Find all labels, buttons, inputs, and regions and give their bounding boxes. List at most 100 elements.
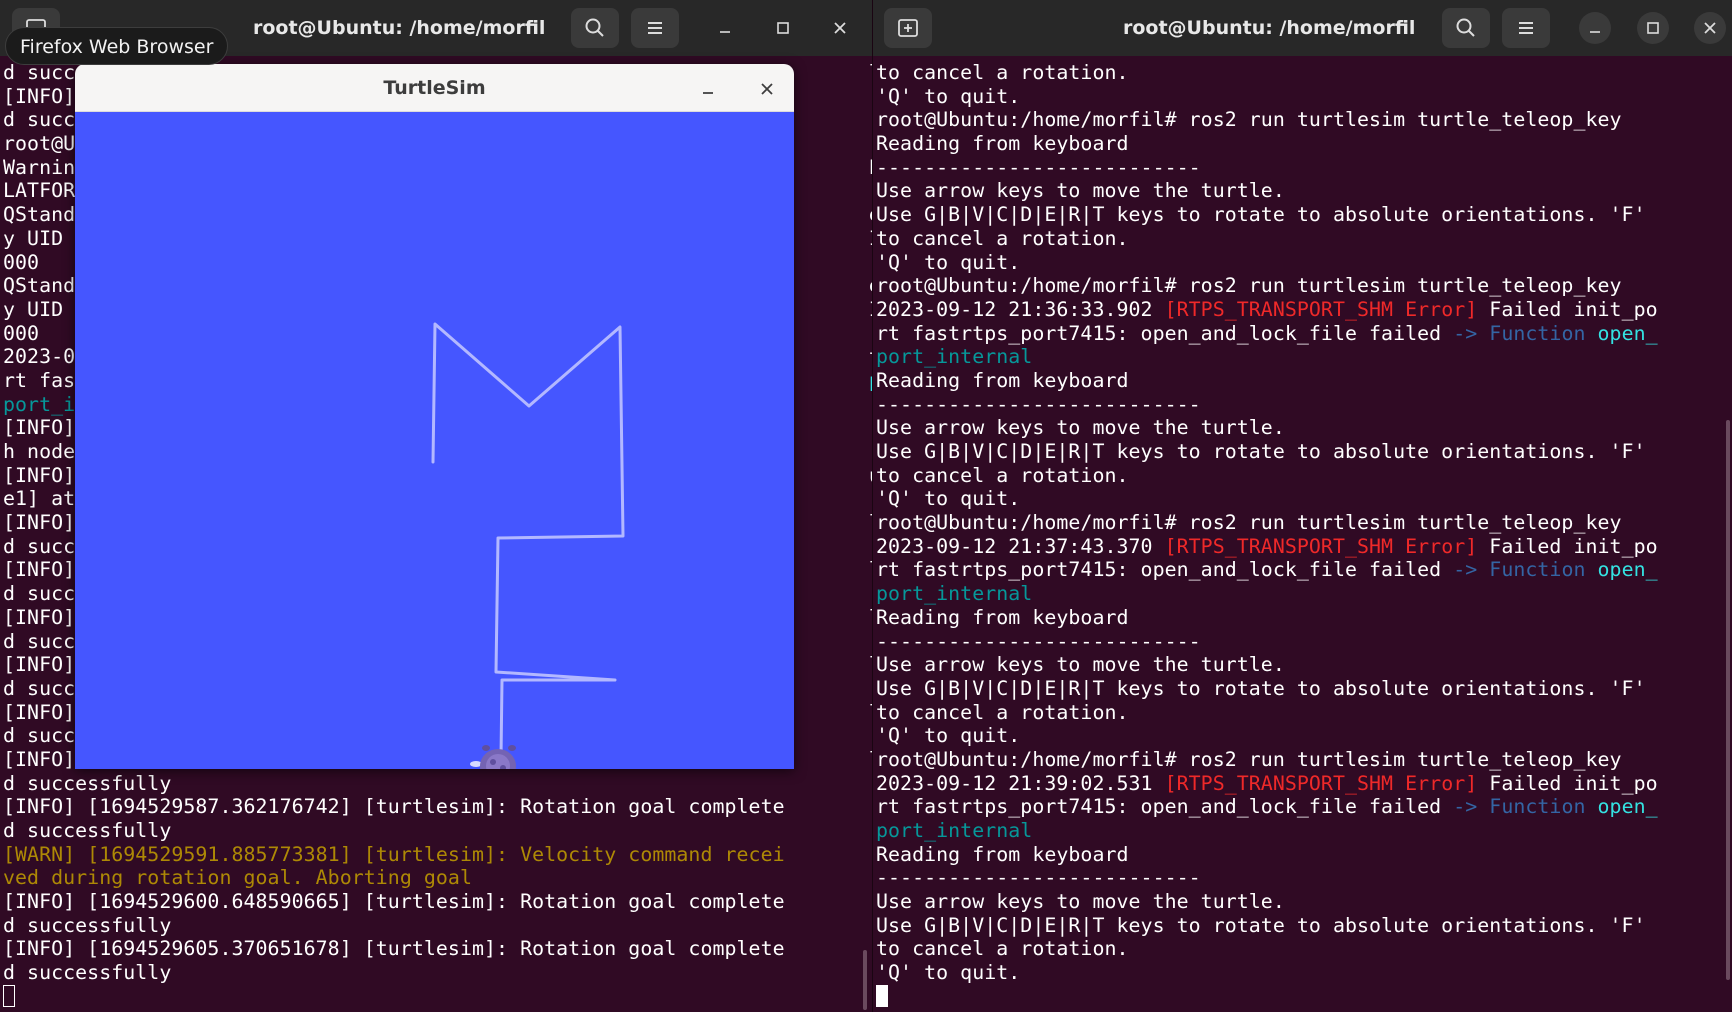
terminal-line: Use arrow keys to move the turtle. [876,416,1658,440]
terminal-text: rt fas [3,368,76,392]
terminal-text: 2023-09-12 21:36:33.902 [876,297,1165,321]
turtlesim-titlebar: TurtleSim [75,64,794,112]
terminal-text: 2023-09-12 21:39:02.531 [876,771,1165,795]
terminal-text: open_ [1597,558,1658,582]
terminal-line: to cancel a rotation. [876,701,1658,725]
close-button[interactable] [824,12,856,44]
terminal-text: [RTPS_TRANSPORT_SHM [1164,771,1406,795]
terminal-text: 000 [3,321,40,345]
window-title: root@Ubuntu: /home/morfil [1123,17,1416,39]
terminal-text: 'Q' to quit. [876,724,1021,748]
terminal-text: y UID [3,226,76,250]
terminal-text: Reading from keyboard [876,842,1129,866]
maximize-icon [1647,22,1659,34]
terminal-line: rt fastrtps_port7415: open_and_lock_file… [876,795,1658,819]
terminal-text: 'Q' to quit. [876,487,1021,511]
terminal-line: port_internal [876,819,1658,843]
terminal-text: 'Q' to quit. [876,84,1021,108]
minimize-icon[interactable] [695,76,721,102]
text-cursor [3,984,15,1007]
close-icon [834,22,846,34]
terminal-text: Reading from keyboard [876,368,1129,392]
terminal-line: Use arrow keys to move the turtle. [876,179,1658,203]
terminal-line: --------------------------- [876,866,1658,890]
terminal-text: Reading from keyboard [876,132,1129,156]
terminal-text: to cancel a rotation. [876,463,1129,487]
terminal-text: --------------------------- [876,629,1201,653]
left-scrollbar[interactable] [863,950,867,1010]
terminal-text: QStand [3,203,76,227]
terminal-text: d successfully [3,913,172,937]
terminal-line: [INFO] [1694529600.648590665] [turtlesim… [3,890,872,914]
hamburger-menu-icon [1519,22,1533,34]
terminal-text: [WARN] [1694529591.885773381] [turtlesim… [3,842,785,866]
close-icon[interactable] [754,76,780,102]
terminal-text: root@U [3,132,76,156]
search-button[interactable] [1442,8,1490,48]
terminal-line: 'Q' to quit. [876,487,1658,511]
terminal-line: Reading from keyboard [876,843,1658,867]
terminal-line: Use arrow keys to move the turtle. [876,653,1658,677]
menu-button[interactable] [1502,8,1550,48]
menu-button[interactable] [631,8,679,48]
minimize-button[interactable] [709,12,741,44]
terminal-text: 'Q' to quit. [876,961,1021,985]
search-button[interactable] [571,8,619,48]
terminal-text: d successfully [3,961,172,985]
terminal-line: 2023-09-12 21:39:02.531 [RTPS_TRANSPORT_… [876,772,1658,796]
terminal-line: 'Q' to quit. [876,85,1658,109]
terminal-line: to cancel a rotation. [876,61,1658,85]
terminal-line: d successfully [3,819,872,843]
close-button[interactable] [1694,12,1726,44]
terminal-text: [INFO] [3,511,76,535]
terminal-line: d successfully [3,772,872,796]
terminal-text: LATFOR [3,179,76,203]
terminal-text: e1] at [3,487,76,511]
terminal-text: 2023-09-12 21:37:43.370 [876,534,1165,558]
terminal-text: Use G|B|V|C|D|E|R|T keys to rotate to ab… [876,676,1646,700]
right-scrollbar[interactable] [1726,420,1730,980]
terminal-text: d succ [3,676,76,700]
terminal-text: d succ [3,108,76,132]
search-icon [1456,18,1475,37]
terminal-text: ved during rotation goal. Aborting goal [3,866,472,890]
terminal-text: -> Function [1453,321,1598,345]
right-terminal-output[interactable]: to cancel a rotation. 'Q' to quit. root@Ub… [876,61,1658,1009]
terminal-text: open_ [1597,795,1658,819]
terminal-text: to cancel a rotation. [876,61,1129,84]
terminal-text: d succ [3,629,76,653]
terminal-text: d successfully [3,819,172,842]
prompt-line[interactable] [876,984,1658,1009]
terminal-line: [WARN] [1694529591.885773381] [turtlesim… [3,843,872,867]
maximize-button[interactable] [767,12,799,44]
terminal-line: port_internal [876,345,1658,369]
turtlesim-title: TurtleSim [383,77,486,99]
terminal-text: rt fastrtps_port7415: open_and_lock_file… [876,558,1454,582]
terminal-text: d successfully [3,771,172,795]
terminal-text: [INFO] [3,463,76,487]
right-terminal-titlebar: root@Ubuntu: /home/morfil [873,0,1732,56]
terminal-text: --------------------------- [876,155,1201,179]
prompt-line[interactable] [3,984,872,1009]
terminal-text: [INFO] [3,700,76,724]
turtle-sprite-icon [470,745,516,769]
new-tab-icon [898,19,918,37]
turtlesim-window[interactable]: TurtleSim [75,64,794,769]
terminal-text: port_internal [876,582,1033,606]
terminal-text: to cancel a rotation. [876,226,1129,250]
new-tab-button[interactable] [884,8,932,48]
terminal-text: d succ [3,582,76,606]
terminal-text: Failed init_po [1477,534,1658,558]
maximize-icon [777,22,789,34]
firefox-tooltip: Firefox Web Browser [5,27,229,65]
terminal-line: Use G|B|V|C|D|E|R|T keys to rotate to ab… [876,677,1658,701]
terminal-text: y UID [3,297,76,321]
maximize-button[interactable] [1637,12,1669,44]
terminal-text: h node [3,440,76,463]
terminal-line: to cancel a rotation. [876,937,1658,961]
terminal-line: Reading from keyboard [876,369,1658,393]
terminal-text: 2023-0 [3,345,76,369]
right-terminal-window[interactable]: root@Ubuntu: /home/morfil to cancel a ro… [873,0,1732,1012]
terminal-text: Failed init_po [1477,297,1658,321]
minimize-button[interactable] [1579,12,1611,44]
